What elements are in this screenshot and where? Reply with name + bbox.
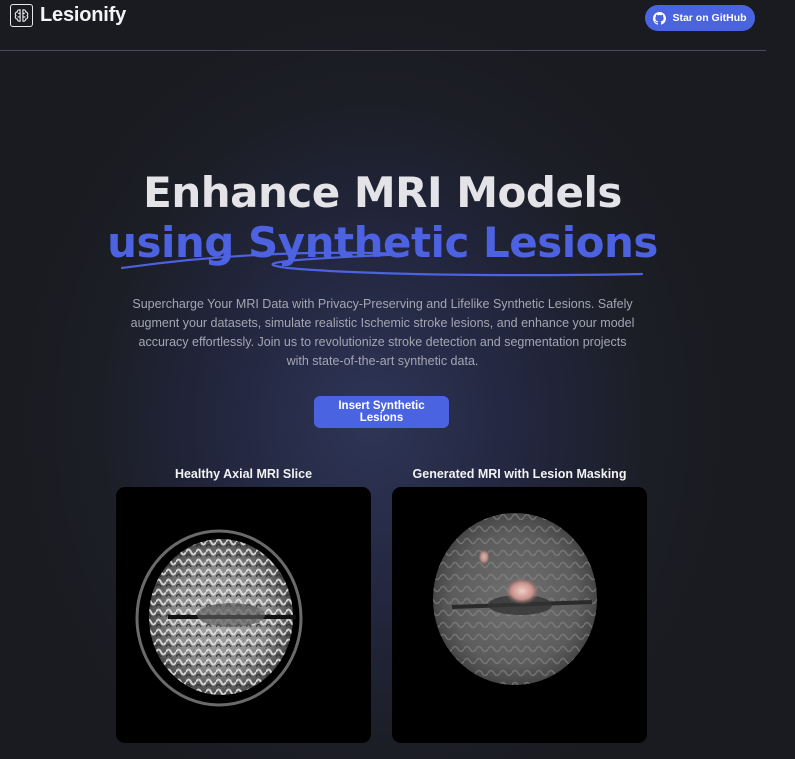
brain-logo-icon [10,4,33,27]
star-on-github-button[interactable]: Star on GitHub [645,5,755,31]
healthy-mri-image [116,487,371,743]
title-underline-swoosh [120,251,644,277]
github-icon [653,11,667,25]
generated-lesion-mri-image [392,487,647,743]
hero-title-line1: Enhance MRI Models [143,168,622,217]
brand[interactable]: Lesionify [10,4,126,27]
insert-synthetic-lesions-button[interactable]: Insert Synthetic Lesions [314,396,449,428]
lesion-mri-label: Generated MRI with Lesion Masking [412,467,627,481]
navbar: Lesionify Star on GitHub [0,0,766,51]
brand-name: Lesionify [40,4,126,26]
hero-subtitle: Supercharge Your MRI Data with Privacy-P… [130,297,635,368]
healthy-mri-label: Healthy Axial MRI Slice [174,467,313,481]
github-button-label: Star on GitHub [672,12,747,24]
